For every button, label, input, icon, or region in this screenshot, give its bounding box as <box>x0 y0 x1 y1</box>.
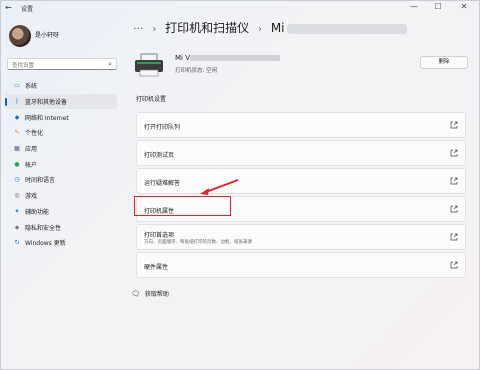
sidebar-item-label: Windows 更新 <box>25 240 66 248</box>
accessibility-icon: ✦ <box>14 207 20 215</box>
breadcrumb-overflow[interactable]: ··· <box>133 22 144 35</box>
card-label: 运行疑难解答 <box>144 180 181 187</box>
external-link-icon <box>450 149 458 157</box>
apps-icon: ▦ <box>14 145 20 153</box>
sidebar-item-label: 系统 <box>25 83 38 91</box>
sidebar-item-time-language[interactable]: ◷ 时间和语言 <box>5 172 117 188</box>
card-label: 硬件属性 <box>144 264 169 271</box>
sidebar-item-accessibility[interactable]: ✦ 辅助功能 <box>5 204 117 220</box>
sidebar-nav: ▭ 系统 ᛒ 蓝牙和其他设备 ◆ 网络和 Internet ✎ 个性化 ▦ 应用… <box>5 78 117 251</box>
get-help-link[interactable]: 🗨 获取帮助 <box>131 289 169 299</box>
hardware-properties-card[interactable]: 硬件属性 <box>136 252 466 278</box>
run-troubleshooter-card[interactable]: 运行疑难解答 <box>136 168 466 194</box>
card-description: 方向、页面顺序、每张纸打印的页数、边框、纸张来源 <box>144 240 252 245</box>
brush-icon: ✎ <box>14 129 20 137</box>
search-placeholder: 查找设置 <box>12 63 35 69</box>
app-title: 设置 <box>21 6 34 13</box>
sidebar-item-network[interactable]: ◆ 网络和 Internet <box>5 109 117 125</box>
breadcrumb-device: Mi <box>270 21 285 35</box>
shield-icon: ◈ <box>14 223 20 231</box>
section-title: 打印机设置 <box>136 96 167 103</box>
account-icon: ● <box>14 160 20 168</box>
sidebar-item-label: 隐私和安全性 <box>25 224 62 232</box>
printer-name: Mi V <box>175 54 280 62</box>
printer-name-text: Mi V <box>175 54 190 62</box>
redaction-blur <box>190 55 280 61</box>
settings-window: ← 设置 — ☐ ✕ 是小轩呀 查找设置 ⌕ ▭ 系统 ᛒ 蓝牙和其他设备 ◆ … <box>0 0 480 370</box>
close-button[interactable]: ✕ <box>457 2 471 11</box>
breadcrumb-separator: › <box>258 24 262 35</box>
external-link-icon <box>450 205 458 213</box>
sidebar-item-accounts[interactable]: ● 帐户 <box>5 156 117 172</box>
print-test-page-card[interactable]: 打印测试页 <box>136 140 466 166</box>
card-label: 打开打印队列 <box>144 124 181 131</box>
delete-button[interactable]: 删除 <box>420 56 468 69</box>
sidebar-item-privacy[interactable]: ◈ 隐私和安全性 <box>5 219 117 235</box>
sidebar-item-apps[interactable]: ▦ 应用 <box>5 141 117 157</box>
breadcrumb: ··· › 打印机和扫描仪 › Mi <box>133 19 407 36</box>
card-label: 打印测试页 <box>144 152 175 159</box>
title-bar: ← 设置 — ☐ ✕ <box>1 1 479 15</box>
external-link-icon <box>450 261 458 269</box>
back-arrow-icon[interactable]: ← <box>5 3 12 12</box>
search-input[interactable]: 查找设置 ⌕ <box>7 58 117 70</box>
breadcrumb-printers-scanners[interactable]: 打印机和扫描仪 <box>165 21 249 35</box>
get-help-label: 获取帮助 <box>144 291 169 298</box>
help-chat-icon: 🗨 <box>131 289 140 298</box>
sidebar-item-label: 网络和 Internet <box>25 114 69 122</box>
annotation-arrow-icon <box>200 179 239 195</box>
avatar[interactable] <box>9 25 31 47</box>
redaction-blur <box>286 23 407 34</box>
wifi-icon: ◆ <box>14 113 20 121</box>
sidebar-item-personalization[interactable]: ✎ 个性化 <box>5 125 117 141</box>
sidebar-item-bluetooth-devices[interactable]: ᛒ 蓝牙和其他设备 <box>5 93 117 110</box>
sidebar-item-label: 游戏 <box>25 193 38 201</box>
maximize-button[interactable]: ☐ <box>431 2 445 11</box>
card-label: 打印首选项 <box>144 232 175 239</box>
printer-icon <box>135 53 163 77</box>
sidebar-item-gaming[interactable]: ◎ 游戏 <box>5 188 117 204</box>
sidebar-item-label: 时间和语言 <box>25 177 56 185</box>
external-link-icon <box>450 121 458 129</box>
update-icon: ↻ <box>14 239 20 247</box>
sidebar-item-label: 应用 <box>25 146 38 154</box>
bluetooth-icon: ᛒ <box>15 98 19 106</box>
external-link-icon <box>450 177 458 185</box>
sidebar-item-label: 帐户 <box>25 161 38 169</box>
sidebar-item-label: 个性化 <box>25 130 44 138</box>
minimize-button[interactable]: — <box>407 2 421 11</box>
annotation-highlight-box <box>134 196 231 216</box>
sidebar-item-windows-update[interactable]: ↻ Windows 更新 <box>5 235 117 251</box>
clock-globe-icon: ◷ <box>14 176 20 184</box>
printer-status: 打印机状态: 空闲 <box>175 68 218 74</box>
open-print-queue-card[interactable]: 打开打印队列 <box>136 112 466 138</box>
sidebar-item-system[interactable]: ▭ 系统 <box>5 78 117 94</box>
printing-preferences-card[interactable]: 打印首选项 方向、页面顺序、每张纸打印的页数、边框、纸张来源 <box>136 224 466 250</box>
user-name: 是小轩呀 <box>35 32 60 39</box>
monitor-icon: ▭ <box>14 82 20 90</box>
breadcrumb-separator: › <box>152 24 157 35</box>
sidebar-item-label: 蓝牙和其他设备 <box>25 99 68 107</box>
sidebar-item-label: 辅助功能 <box>25 208 50 216</box>
gamepad-icon: ◎ <box>14 192 20 200</box>
external-link-icon <box>450 233 458 241</box>
search-icon: ⌕ <box>108 60 112 68</box>
